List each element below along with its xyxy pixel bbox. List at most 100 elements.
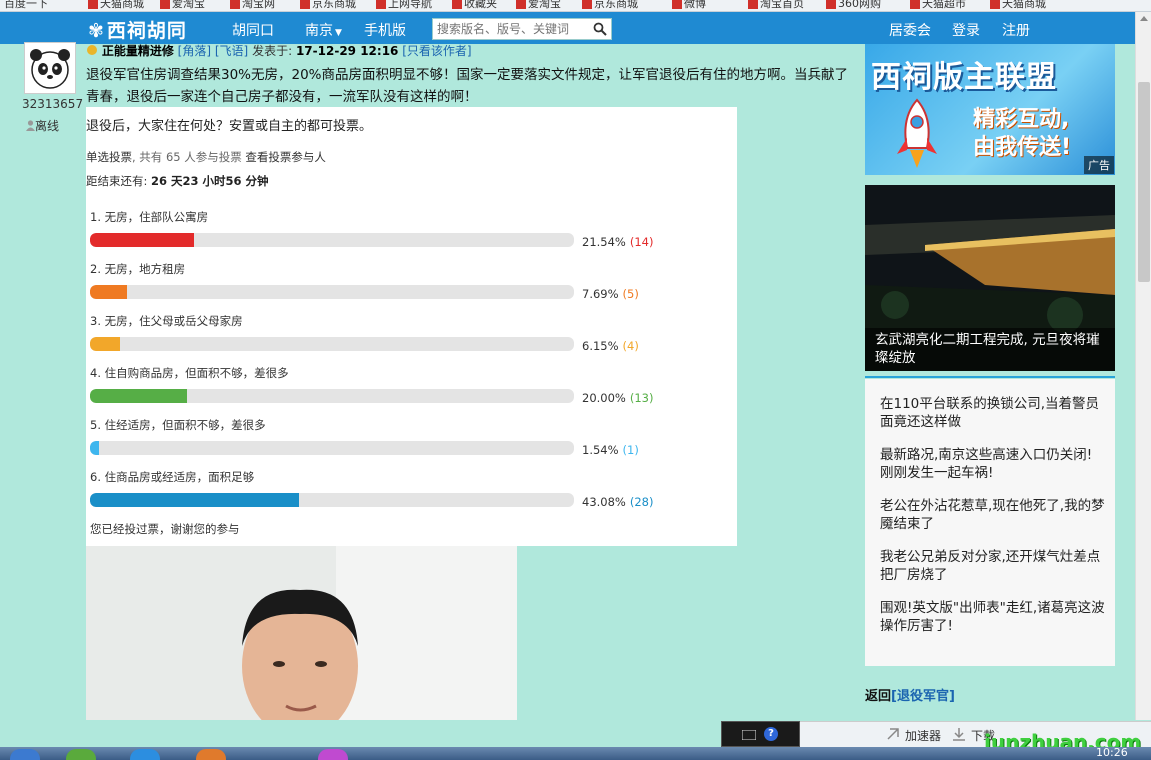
poll-type: 单选投票 <box>86 150 132 164</box>
keyboard-icon <box>742 730 756 740</box>
ime-toolbar[interactable]: ? <box>721 721 800 747</box>
page-scrollbar[interactable] <box>1135 12 1151 720</box>
bookmark-item[interactable]: 360网购 <box>826 0 881 11</box>
news-item[interactable]: 我老公兄弟反对分家,还开煤气灶差点把厂房烧了 <box>880 548 1105 584</box>
poll-option-bar-fill <box>90 493 299 507</box>
poll-option-bar-fill <box>90 337 120 351</box>
bookmark-icon <box>910 0 920 9</box>
poll-option-bar-track <box>90 285 574 299</box>
poll-option-percent: 6.15% <box>582 339 619 353</box>
post-author[interactable]: 正能量精进修 <box>102 44 174 58</box>
user-id: 32313657 <box>22 97 84 111</box>
post-tag-corner[interactable]: [角落] <box>178 44 211 58</box>
site-logo[interactable]: ✾ 西祠胡同 <box>88 16 187 43</box>
bookmark-item[interactable]: 淘宝首页 <box>748 0 804 11</box>
bookmark-icon <box>452 0 462 9</box>
help-icon[interactable]: ? <box>764 727 778 741</box>
poll-option-percent: 7.69% <box>582 287 619 301</box>
avatar[interactable] <box>24 42 76 94</box>
back-board-link[interactable]: [退役军官] <box>891 689 955 704</box>
poll-option-result: 7.69% (5) <box>582 287 639 301</box>
poll-option-result: 6.15% (4) <box>582 339 639 353</box>
poll-option-label: 6. 住商品房或经适房，面积足够 <box>90 470 255 484</box>
bookmark-item[interactable]: 爱淘宝 <box>160 0 205 11</box>
post-tag-flying[interactable]: [飞语] <box>215 44 248 58</box>
bookmark-icon <box>582 0 592 9</box>
poll-option-count: (5) <box>622 287 639 301</box>
poll-meta: 单选投票, 共有 65 人参与投票 查看投票参与人 <box>86 149 326 165</box>
poll-option-bar-track <box>90 441 574 455</box>
search-button[interactable] <box>589 19 611 39</box>
nav-link-committee[interactable]: 居委会 <box>889 20 931 40</box>
back-label: 返回 <box>865 689 892 704</box>
poll-option-label: 2. 无房，地方租房 <box>90 262 186 276</box>
bookmark-item[interactable]: 百度一下 <box>4 0 48 11</box>
scroll-up-icon[interactable] <box>1140 16 1148 21</box>
poll-deadline: 距结束还有: 26 天23 小时56 分钟 <box>86 173 269 189</box>
bookmark-icon <box>160 0 170 9</box>
poll-option-bar-fill <box>90 389 187 403</box>
user-offline-icon <box>26 120 35 131</box>
bookmark-icon <box>300 0 310 9</box>
poll-option-label: 4. 住自购商品房，但面积不够，差很多 <box>90 366 289 380</box>
taskbar-app[interactable] <box>196 749 226 760</box>
search-input[interactable] <box>433 19 588 39</box>
taskbar-app[interactable] <box>66 749 96 760</box>
back-link: 返回[退役军官] <box>865 685 955 704</box>
ad-subtitle-line2: 由我传送! <box>973 135 1072 160</box>
bookmark-item[interactable]: 天猫商城 <box>88 0 144 11</box>
poll-option-label: 5. 住经适房，但面积不够，差很多 <box>90 418 266 432</box>
poll-deadline-value: 26 天23 小时56 分钟 <box>151 174 269 188</box>
register-link[interactable]: 注册 <box>1002 20 1030 40</box>
poll-option-result: 20.00% (13) <box>582 391 653 405</box>
bookmark-item[interactable]: 上网导航 <box>376 0 432 11</box>
bookmark-icon <box>88 0 98 9</box>
bookmark-item[interactable]: 天猫超市 <box>910 0 966 11</box>
news-item[interactable]: 最新路况,南京这些高速入口仍关闭!刚刚发生一起车祸! <box>880 446 1105 482</box>
bookmark-item[interactable]: 淘宝网 <box>230 0 275 11</box>
only-author-link[interactable]: [只看该作者] <box>402 44 471 58</box>
taskbar-app[interactable] <box>130 749 160 760</box>
view-voters-link[interactable]: 查看投票参与人 <box>245 150 326 164</box>
poll-question: 退役后，大家住在何处？安置或自主的都可投票。 <box>86 119 373 134</box>
poll-option-result: 43.08% (28) <box>582 495 653 509</box>
sidebar-ad-banner[interactable]: 西祠版主联盟 精彩互动, 由我传送! 广告 <box>865 44 1115 175</box>
bookmark-item[interactable]: 天猫商城 <box>990 0 1046 11</box>
login-link[interactable]: 登录 <box>952 20 980 40</box>
taskbar-app[interactable] <box>318 749 348 760</box>
ad-subtitle: 精彩互动, 由我传送! <box>973 106 1071 162</box>
panda-avatar-icon <box>30 49 70 89</box>
poll-option-percent: 21.54% <box>582 235 626 249</box>
start-button[interactable] <box>10 749 40 760</box>
post-header: 正能量精进修 [角落] [飞语] 发表于: 17-12-29 12:16 [只看… <box>86 42 472 59</box>
scrollbar-thumb[interactable] <box>1138 82 1150 282</box>
bookmark-item[interactable]: 爱淘宝 <box>516 0 561 11</box>
bookmark-item[interactable]: 收藏夹 <box>452 0 497 11</box>
poll-option-label: 1. 无房，住部队公寓房 <box>90 210 209 224</box>
accelerator-icon <box>887 728 899 740</box>
site-navbar: ✾西祠胡同 胡同口 南京▼ 手机版 居委会 登录 注册 <box>0 12 1135 44</box>
download-icon <box>953 728 965 741</box>
bookmarks-bar: 百度一下 天猫商城 爱淘宝 淘宝网 京东商城 上网导航 收藏夹 爱淘宝 京东商城… <box>0 0 1151 12</box>
news-underline <box>865 376 1115 378</box>
bookmark-icon <box>990 0 1000 9</box>
poll-option-count: (4) <box>622 339 639 353</box>
poll-option-result: 21.54% (14) <box>582 235 653 249</box>
poll-option-percent: 43.08% <box>582 495 626 509</box>
bookmark-item[interactable]: 微博 <box>672 0 706 11</box>
ad-subtitle-line1: 精彩互动, <box>973 107 1070 132</box>
sidebar-news-photo[interactable]: 玄武湖亮化二期工程完成, 元旦夜将璀璨绽放 <box>865 185 1115 371</box>
nav-link-hutongkou[interactable]: 胡同口 <box>232 20 274 40</box>
accelerator-label[interactable]: 加速器 <box>905 727 941 744</box>
bookmark-item[interactable]: 京东商城 <box>582 0 638 11</box>
nav-link-nanjing[interactable]: 南京 ▼ <box>305 20 342 40</box>
bookmark-item[interactable]: 京东商城 <box>300 0 356 11</box>
clock: 10:26 <box>1096 747 1128 759</box>
nav-link-mobile[interactable]: 手机版 <box>364 20 406 40</box>
news-item[interactable]: 围观!英文版"出师表"走红,诸葛亮这波操作厉害了! <box>880 599 1105 635</box>
nav-link-label: 南京 <box>305 23 333 39</box>
news-item[interactable]: 在110平台联系的换锁公司,当着警员面竟还这样做 <box>880 395 1105 431</box>
logo-flower-icon: ✾ <box>88 20 105 42</box>
poll-option-bar-fill <box>90 441 99 455</box>
news-item[interactable]: 老公在外沾花惹草,现在他死了,我的梦魇结束了 <box>880 497 1105 533</box>
